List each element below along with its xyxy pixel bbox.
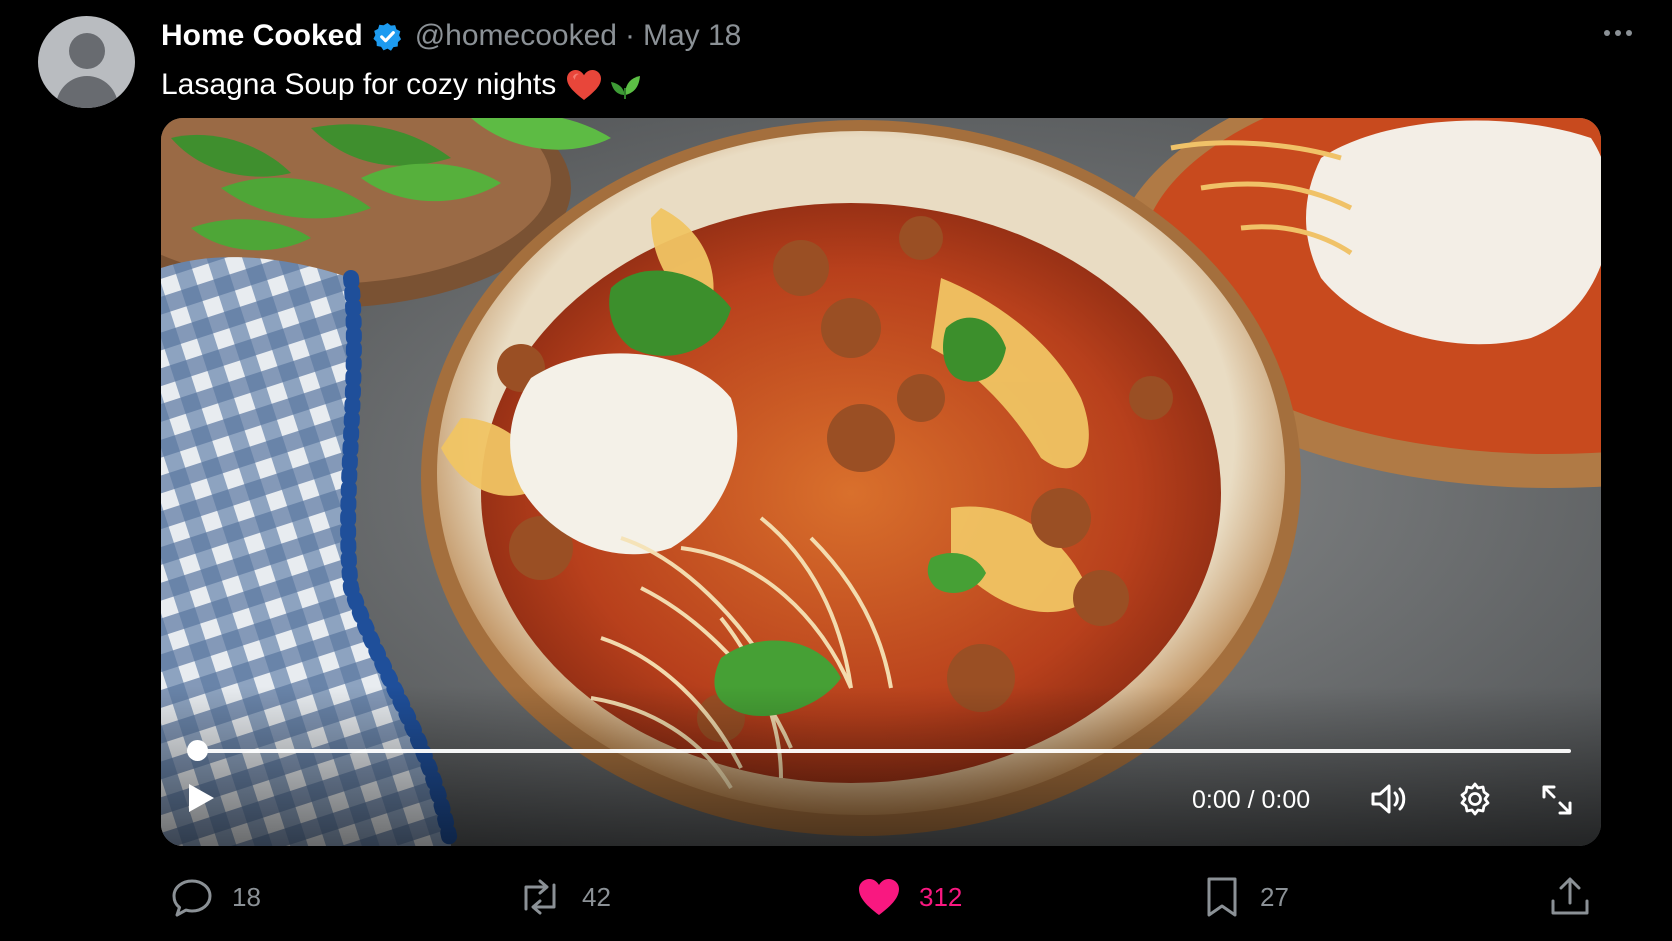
repost-button[interactable]: 42 (516, 872, 611, 922)
progress-scrubber[interactable] (187, 740, 208, 761)
avatar[interactable] (38, 16, 135, 108)
action-bar: 18 42 312 27 (0, 872, 1672, 922)
reply-icon (172, 879, 212, 917)
default-avatar-icon (69, 33, 105, 69)
repost-count: 42 (582, 881, 611, 912)
share-icon (1551, 877, 1589, 915)
heart-icon (859, 879, 899, 915)
bookmark-button[interactable]: 27 (1202, 872, 1289, 922)
post: Home Cooked @homecooked · May 18 Lasagna… (0, 0, 1672, 941)
time-display: 0:00 / 0:00 (1192, 785, 1311, 814)
reply-button[interactable]: 18 (170, 872, 261, 922)
post-text: Lasagna Soup for cozy nights (161, 68, 557, 101)
settings-gear-icon[interactable] (1457, 781, 1493, 817)
volume-icon[interactable] (1370, 782, 1408, 816)
separator-dot: · (624, 19, 635, 52)
post-date[interactable]: May 18 (643, 19, 741, 53)
red-heart-icon (567, 70, 602, 100)
bookmark-icon (1207, 877, 1237, 917)
video-player[interactable]: 0:00 / 0:00 (161, 118, 1601, 846)
more-options-icon[interactable] (1604, 30, 1632, 36)
play-icon[interactable] (185, 781, 217, 815)
like-button[interactable]: 312 (857, 872, 962, 922)
like-count: 312 (919, 881, 963, 912)
seedling-icon (611, 76, 641, 99)
verified-badge-icon (373, 22, 401, 51)
display-name[interactable]: Home Cooked (161, 19, 363, 53)
repost-icon (524, 879, 556, 915)
post-text-line: Lasagna Soup for cozy nights (161, 63, 642, 107)
share-button[interactable] (1548, 872, 1592, 922)
reply-count: 18 (232, 881, 261, 912)
handle[interactable]: @homecooked (415, 19, 617, 53)
bookmark-count: 27 (1260, 881, 1289, 912)
progress-bar[interactable] (197, 749, 1571, 753)
fullscreen-icon[interactable] (1540, 783, 1574, 817)
post-header: Home Cooked @homecooked · May 18 (161, 14, 741, 58)
